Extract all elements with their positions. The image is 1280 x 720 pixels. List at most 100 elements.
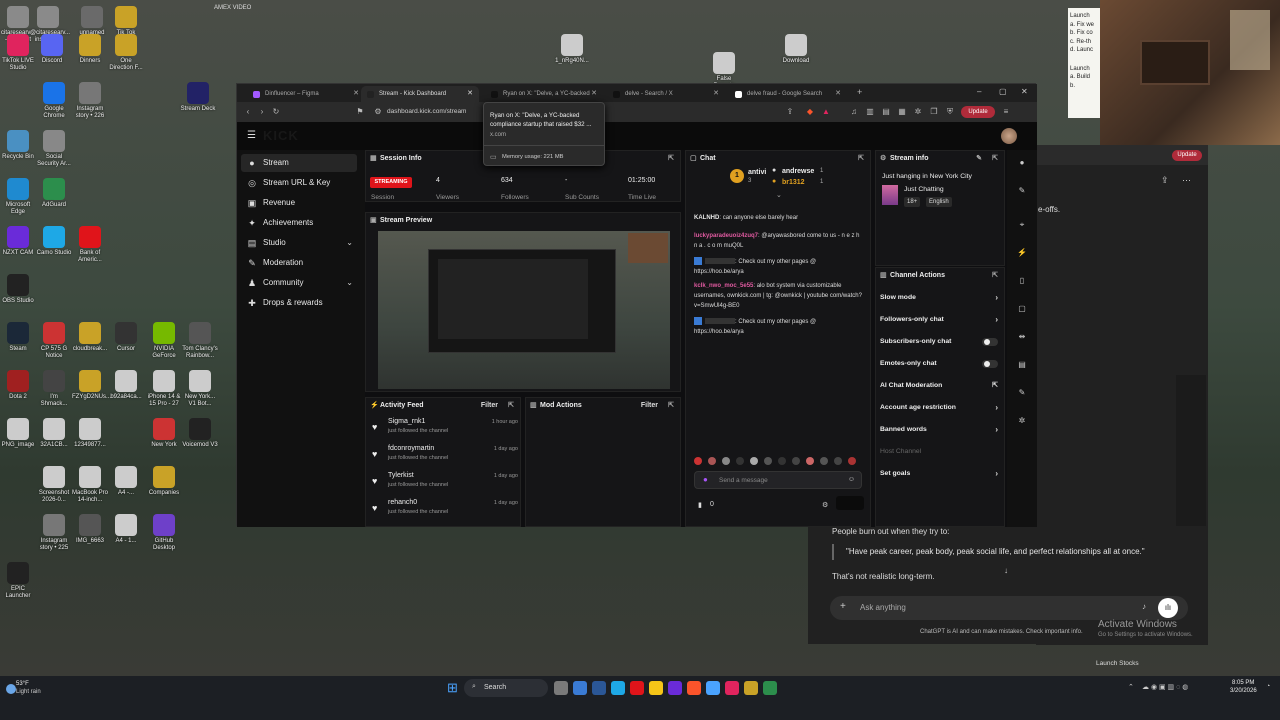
desktop-shortcut[interactable]: 1_nRg40N...: [554, 34, 590, 65]
desktop-shortcut[interactable]: iPhone 14 & 15 Pro - 27: [146, 370, 182, 408]
emote-icon[interactable]: [806, 457, 814, 465]
sidebar-item-achievements[interactable]: ✦ Achievements: [241, 214, 357, 232]
emote-icon[interactable]: [792, 457, 800, 465]
desktop-shortcut[interactable]: Voicemod V3: [182, 418, 218, 449]
desktop-shortcut[interactable]: A4 - 1...: [108, 514, 144, 545]
desktop-shortcut[interactable]: Stream Deck: [180, 82, 216, 113]
desktop-shortcut[interactable]: 32A1CB...: [36, 418, 72, 449]
bookmark-icon[interactable]: ⚑: [355, 107, 365, 117]
desktop-shortcut[interactable]: Download: [778, 34, 814, 65]
activity-username[interactable]: Sigma_rnk1: [388, 418, 425, 425]
chevron-down-icon[interactable]: ⌄: [346, 274, 353, 292]
task-view-icon[interactable]: [573, 681, 587, 695]
forward-icon[interactable]: ›: [257, 107, 267, 117]
channel-action-emotes-only-chat[interactable]: Emotes-only chat: [880, 354, 998, 374]
emote-picker-icon[interactable]: ☺: [848, 476, 855, 483]
emote-icon[interactable]: [820, 457, 828, 465]
desktop-shortcut[interactable]: Camo Studio: [36, 226, 72, 257]
tab-close-icon[interactable]: ✕: [591, 86, 597, 102]
popout-icon[interactable]: ⇱: [508, 398, 514, 413]
weather-icon[interactable]: [6, 684, 16, 694]
chat-username[interactable]: kclk_nwo_moc_5e55: [694, 283, 753, 289]
weather-desc[interactable]: Light rain: [16, 689, 41, 695]
channel-action-followers-only-chat[interactable]: Followers-only chat ›: [880, 310, 998, 330]
popout-icon[interactable]: ⇱: [858, 151, 864, 166]
desktop-shortcut[interactable]: Discord: [34, 34, 70, 65]
desktop-shortcut[interactable]: FZYgD2NUs...: [72, 370, 111, 401]
brave-rewards-icon[interactable]: ▲: [821, 107, 831, 117]
popout-icon[interactable]: ⇱: [668, 398, 674, 413]
back-icon[interactable]: ‹: [243, 107, 253, 117]
activity-username[interactable]: rehanch0: [388, 499, 417, 506]
apps-icon[interactable]: ✲: [1017, 416, 1027, 426]
info-icon[interactable]: ●: [1017, 158, 1027, 168]
vpn-icon[interactable]: ⛨: [945, 107, 955, 117]
plus-icon[interactable]: +: [840, 601, 846, 612]
sidebar-item-drops-rewards[interactable]: ✚ Drops & rewards: [241, 294, 357, 312]
brave-icon[interactable]: [687, 681, 701, 695]
menu-icon[interactable]: ≡: [1001, 107, 1011, 117]
tab-close-icon[interactable]: ✕: [467, 86, 473, 102]
popout-icon[interactable]: ⇱: [668, 151, 674, 166]
scan-icon[interactable]: ⌖: [1017, 220, 1027, 230]
emote-icon[interactable]: [778, 457, 786, 465]
toggle-switch[interactable]: [982, 360, 998, 368]
copy-icon[interactable]: ❐: [929, 107, 939, 117]
desktop-shortcut[interactable]: unnamed: [74, 6, 110, 37]
emote-icon[interactable]: [764, 457, 772, 465]
desktop-shortcut[interactable]: AdGuard: [36, 178, 72, 209]
panel-icon[interactable]: ▤: [881, 107, 891, 117]
voice-icon[interactable]: ılı: [1158, 598, 1178, 618]
tab-0[interactable]: Dinfluencer – Figma ✕: [247, 86, 365, 102]
tray-icons[interactable]: ☁ ◉ ▣ ▥ ◌ ◍: [1142, 683, 1188, 691]
desktop-shortcut[interactable]: Steam: [0, 322, 36, 353]
file-explorer-icon[interactable]: [744, 681, 758, 695]
desktop-shortcut[interactable]: Dinners: [72, 34, 108, 65]
share-icon[interactable]: ⇪: [1161, 175, 1169, 186]
notification-icon[interactable]: ◔: [1266, 683, 1270, 690]
desktop-shortcut[interactable]: Google Chrome: [36, 82, 72, 120]
emote-icon[interactable]: [750, 457, 758, 465]
address-bar[interactable]: dashboard.kick.com/stream: [387, 106, 477, 118]
chat-icon[interactable]: ▢: [1017, 304, 1027, 314]
edit-icon[interactable]: ✎: [1017, 186, 1027, 196]
desktop-shortcut[interactable]: Instagram story • 226: [72, 82, 108, 120]
telegram-icon[interactable]: [611, 681, 625, 695]
emote-icon[interactable]: [834, 457, 842, 465]
chat-username[interactable]: luckyparadeuoiz4zuq7: [694, 233, 758, 239]
sidebar-item-stream-url-key[interactable]: ◎ Stream URL & Key: [241, 174, 357, 192]
desktop-shortcut[interactable]: 12349877...: [72, 418, 108, 449]
chevron-right-icon[interactable]: ›: [995, 420, 998, 440]
maximize-icon[interactable]: ▢: [999, 87, 1007, 96]
desktop-shortcut[interactable]: EPIC Launcher: [0, 562, 36, 600]
copilot-icon[interactable]: [592, 681, 606, 695]
desktop-shortcut[interactable]: MacBook Pro 14-inch...: [72, 466, 108, 504]
emote-icon[interactable]: [694, 457, 702, 465]
discord-icon[interactable]: [668, 681, 682, 695]
tab-1[interactable]: Stream - Kick Dashboard ✕: [361, 86, 479, 102]
emote-icon[interactable]: [722, 457, 730, 465]
desktop-shortcut[interactable]: Screenshot 2026-0...: [36, 466, 72, 504]
tab-2[interactable]: Ryan on X: "Delve, a YC-backed ✕: [485, 86, 603, 102]
chevron-right-icon[interactable]: ›: [995, 288, 998, 308]
sidebar-item-community[interactable]: ♟ Community ⌄: [241, 274, 357, 292]
sidebar-item-revenue[interactable]: ▣ Revenue: [241, 194, 357, 212]
sidebar-item-moderation[interactable]: ✎ Moderation: [241, 254, 357, 272]
edit-icon[interactable]: ✎: [976, 151, 982, 166]
desktop-shortcut[interactable]: OBS Studio: [0, 274, 36, 305]
site-settings-icon[interactable]: ⚙: [373, 107, 383, 117]
new-tab-button[interactable]: +: [857, 87, 862, 97]
emote-icon[interactable]: [736, 457, 744, 465]
brave-shield-icon[interactable]: ◆: [805, 107, 815, 117]
taskbar-search[interactable]: ⌕ Search: [464, 679, 548, 697]
sidebar-item-stream[interactable]: ● Stream: [241, 154, 357, 172]
desktop-shortcut[interactable]: CP 575 G Notice: [36, 322, 72, 360]
channel-action-slow-mode[interactable]: Slow mode ›: [880, 288, 998, 308]
activity-username[interactable]: fdconroymartin: [388, 445, 434, 452]
tray-chevron-icon[interactable]: ⌃: [1128, 683, 1134, 691]
toggle-switch[interactable]: [982, 338, 998, 346]
desktop-shortcut[interactable]: Social Security Ar...: [36, 130, 72, 168]
chevron-right-icon[interactable]: ›: [995, 464, 998, 484]
chevron-right-icon[interactable]: ›: [995, 398, 998, 418]
avatar[interactable]: [1001, 128, 1017, 144]
